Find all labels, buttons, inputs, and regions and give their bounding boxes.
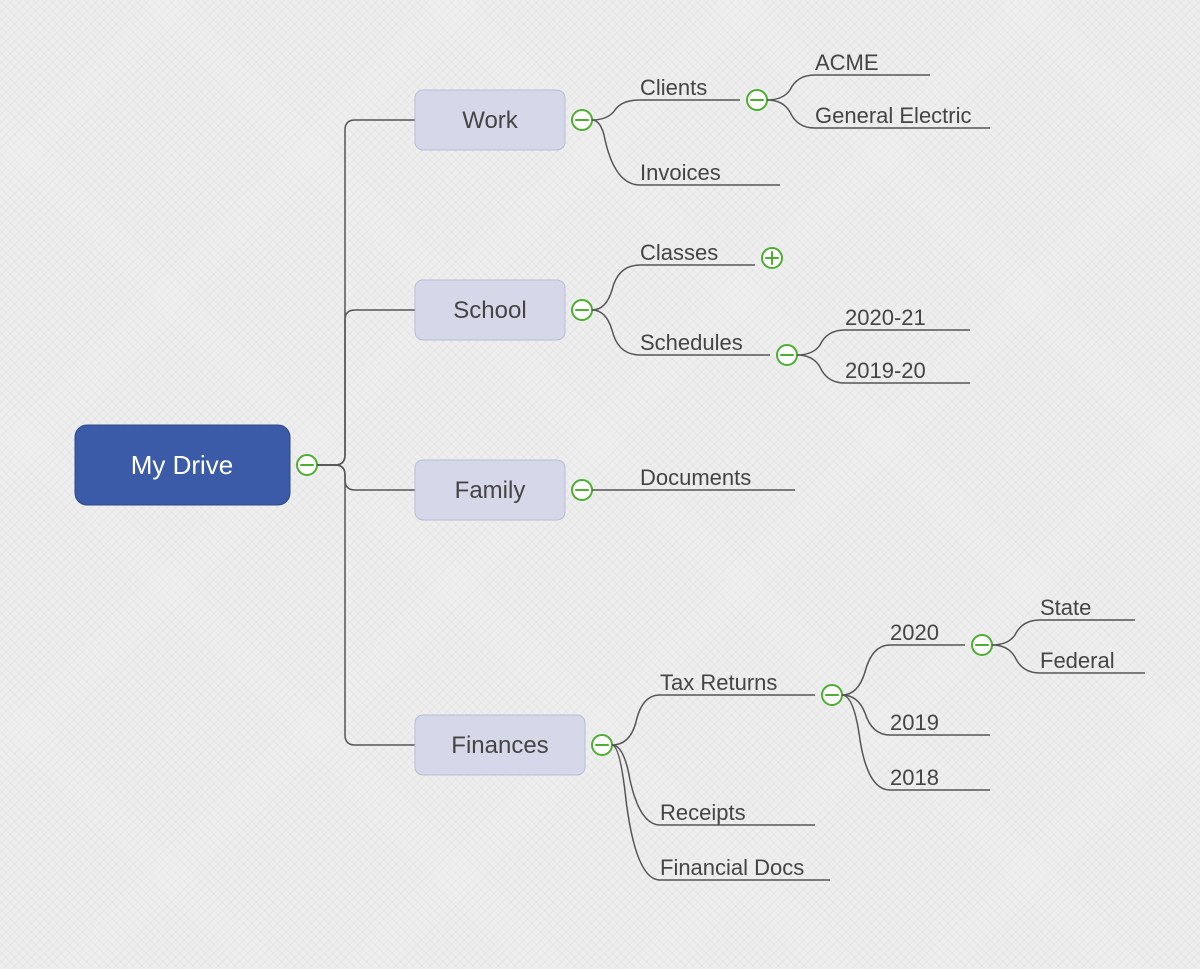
node-2020-21[interactable]: 2020-21 <box>845 305 970 330</box>
connector <box>797 355 845 383</box>
node-federal[interactable]: Federal <box>1040 648 1145 673</box>
connector <box>612 695 660 745</box>
category-label: School <box>453 297 526 324</box>
connector <box>317 465 415 490</box>
connector <box>842 695 890 790</box>
node-label: Receipts <box>660 800 746 825</box>
node-label: Documents <box>640 465 751 490</box>
connector <box>992 620 1040 645</box>
root-node[interactable]: My Drive <box>75 425 290 505</box>
node-label: Clients <box>640 75 707 100</box>
connector <box>797 330 845 355</box>
node-label: Invoices <box>640 160 721 185</box>
node-label: Financial Docs <box>660 855 804 880</box>
node-receipts[interactable]: Receipts <box>660 800 815 825</box>
category-label: Finances <box>451 732 548 759</box>
category-label: Work <box>462 107 519 134</box>
category-label: Family <box>455 477 526 504</box>
category-school[interactable]: School <box>415 280 565 340</box>
connector <box>317 310 415 465</box>
node-label: 2019-20 <box>845 358 926 383</box>
schedules-toggle[interactable] <box>777 345 797 365</box>
school-toggle[interactable] <box>572 300 592 320</box>
connector <box>842 645 890 695</box>
node-label: 2020-21 <box>845 305 926 330</box>
connector <box>592 100 640 120</box>
root-toggle[interactable] <box>297 455 317 475</box>
connector <box>592 310 640 355</box>
node-2019[interactable]: 2019 <box>890 710 990 735</box>
node-invoices[interactable]: Invoices <box>640 160 780 185</box>
connector <box>612 745 660 880</box>
mindmap-canvas[interactable]: My Drive Work Clients ACME General Elect… <box>0 0 1200 969</box>
category-family[interactable]: Family <box>415 460 565 520</box>
root-label: My Drive <box>131 450 234 480</box>
node-label: Schedules <box>640 330 743 355</box>
node-2018[interactable]: 2018 <box>890 765 990 790</box>
connector <box>317 120 415 465</box>
node-2019-20[interactable]: 2019-20 <box>845 358 970 383</box>
node-documents[interactable]: Documents <box>640 465 795 490</box>
connector <box>317 465 415 745</box>
connector <box>592 265 640 310</box>
node-general-electric[interactable]: General Electric <box>815 103 990 128</box>
node-classes[interactable]: Classes <box>640 240 755 265</box>
node-label: General Electric <box>815 103 972 128</box>
classes-toggle[interactable] <box>762 248 782 268</box>
node-tax-returns[interactable]: Tax Returns <box>660 670 815 695</box>
tax-2020-toggle[interactable] <box>972 635 992 655</box>
node-financial-docs[interactable]: Financial Docs <box>660 855 830 880</box>
tax-returns-toggle[interactable] <box>822 685 842 705</box>
connector <box>592 120 640 185</box>
node-label: ACME <box>815 50 879 75</box>
node-label: 2019 <box>890 710 939 735</box>
connector <box>767 100 815 128</box>
node-label: State <box>1040 595 1091 620</box>
clients-toggle[interactable] <box>747 90 767 110</box>
node-schedules[interactable]: Schedules <box>640 330 770 355</box>
node-state[interactable]: State <box>1040 595 1135 620</box>
node-acme[interactable]: ACME <box>815 50 930 75</box>
category-work[interactable]: Work <box>415 90 565 150</box>
connector <box>992 645 1040 673</box>
category-finances[interactable]: Finances <box>415 715 585 775</box>
node-2020[interactable]: 2020 <box>890 620 965 645</box>
node-label: 2018 <box>890 765 939 790</box>
node-label: Classes <box>640 240 718 265</box>
family-toggle[interactable] <box>572 480 592 500</box>
node-label: Federal <box>1040 648 1115 673</box>
work-toggle[interactable] <box>572 110 592 130</box>
finances-toggle[interactable] <box>592 735 612 755</box>
node-label: Tax Returns <box>660 670 777 695</box>
node-clients[interactable]: Clients <box>640 75 740 100</box>
node-label: 2020 <box>890 620 939 645</box>
connector <box>767 75 815 100</box>
